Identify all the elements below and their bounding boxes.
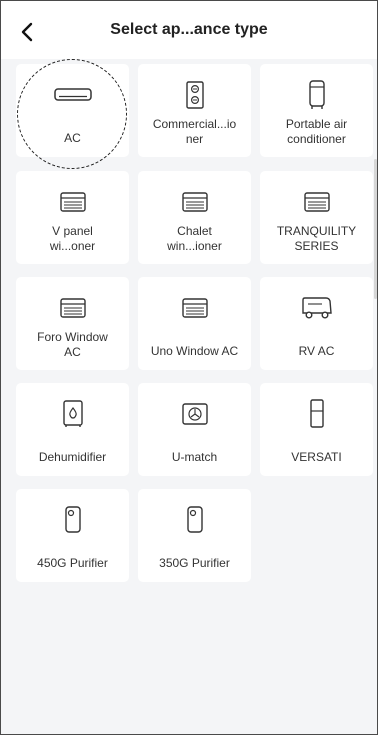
u-match-icon xyxy=(181,403,208,425)
header-bar: Select ap...ance type xyxy=(1,1,377,59)
tile-450g-purifier[interactable]: 450G Purifier xyxy=(16,489,129,582)
window-ac-icon xyxy=(59,298,86,318)
purifier-icon xyxy=(186,506,203,533)
commercial-ac-icon xyxy=(185,81,204,109)
tile-label: AC xyxy=(64,131,81,145)
tile-label: 450G Purifier xyxy=(37,556,108,570)
tile-label: Portable air conditioner xyxy=(285,117,348,146)
tile-label: Commercial...io ner xyxy=(152,117,237,146)
tile-u-match[interactable]: U-match xyxy=(138,383,251,476)
app-screen: Select ap...ance type AC Commercial...io… xyxy=(0,0,378,735)
tile-350g-purifier[interactable]: 350G Purifier xyxy=(138,489,251,582)
tile-label: Uno Window AC xyxy=(150,344,239,358)
tile-chalet[interactable]: Chalet win...ioner xyxy=(138,171,251,264)
split-ac-icon xyxy=(53,88,92,101)
tile-label: V panel wi...oner xyxy=(49,224,96,253)
tile-tranquility[interactable]: TRANQUILITY SERIES xyxy=(260,171,373,264)
tile-foro-window[interactable]: Foro Window AC xyxy=(16,277,129,370)
tile-label: Foro Window AC xyxy=(37,330,108,359)
window-ac-icon xyxy=(181,298,208,318)
tile-label: 350G Purifier xyxy=(159,556,230,570)
dehumidifier-icon xyxy=(62,400,83,427)
tile-v-panel[interactable]: V panel wi...oner xyxy=(16,171,129,264)
tile-rv-ac[interactable]: RV AC xyxy=(260,277,373,370)
window-ac-icon xyxy=(303,192,330,212)
versati-icon xyxy=(309,399,324,428)
tile-dehumidifier[interactable]: Dehumidifier xyxy=(16,383,129,476)
portable-ac-icon xyxy=(308,80,325,109)
rv-icon xyxy=(301,297,332,319)
tile-label: RV AC xyxy=(298,344,335,358)
tile-label: TRANQUILITY SERIES xyxy=(276,224,357,253)
scroll-indicator xyxy=(374,159,377,299)
tile-label: Dehumidifier xyxy=(38,450,107,464)
tile-label: Chalet win...ioner xyxy=(167,224,222,253)
tile-versati[interactable]: VERSATI xyxy=(260,383,373,476)
tile-ac[interactable]: AC xyxy=(16,64,129,157)
appliance-grid: AC Commercial...io ner Portable air cond… xyxy=(1,59,377,734)
purifier-icon xyxy=(64,506,81,533)
window-ac-icon xyxy=(59,192,86,212)
tile-uno-window[interactable]: Uno Window AC xyxy=(138,277,251,370)
tile-portable-ac[interactable]: Portable air conditioner xyxy=(260,64,373,157)
tile-label: VERSATI xyxy=(291,450,342,464)
tile-label: U-match xyxy=(171,450,218,464)
page-title: Select ap...ance type xyxy=(110,21,268,38)
window-ac-icon xyxy=(181,192,208,212)
tile-commercial-ac[interactable]: Commercial...io ner xyxy=(138,64,251,157)
